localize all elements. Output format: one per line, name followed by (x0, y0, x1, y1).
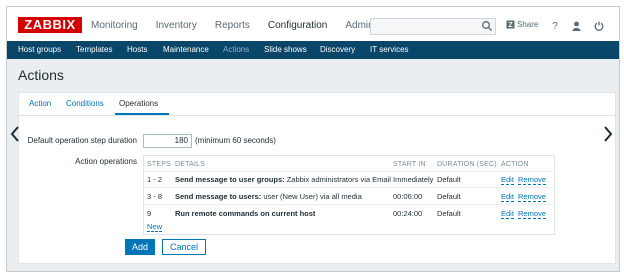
search-icon[interactable] (481, 20, 493, 32)
row-details: Run remote commands on current host (175, 209, 315, 218)
row-details: Send message to users: user (New User) v… (175, 192, 362, 201)
remove-link[interactable]: Remove (518, 209, 546, 219)
share-button[interactable]: Z Share (506, 20, 538, 29)
step-duration-label: Default operation step duration (27, 136, 137, 145)
power-icon[interactable] (593, 20, 605, 32)
row-details-target: Zabbix administrators via Email (284, 175, 391, 184)
zabbix-logo[interactable]: ZABBIX (18, 17, 82, 33)
tab-action[interactable]: Action (29, 99, 51, 108)
subnav-host-groups[interactable]: Host groups (18, 45, 61, 54)
row-start-in: 00:24:00 (393, 209, 423, 218)
screenshot-frame: ZABBIX Monitoring Inventory Reports Conf… (6, 6, 620, 272)
new-operation-link[interactable]: New (147, 222, 163, 232)
row-steps: 9 (147, 209, 152, 218)
row-details-type: Run remote commands on current host (175, 209, 316, 218)
subnav-slide-shows[interactable]: Slide shows (264, 45, 307, 54)
row-start-in: Immediately (393, 175, 434, 184)
row-details: Send message to user groups: Zabbix admi… (175, 175, 391, 184)
tab-bar: Action Conditions Operations (19, 93, 615, 116)
sub-nav: Host groups Templates Hosts Maintenance … (7, 41, 619, 59)
action-form-panel: Action Conditions Operations Default ope… (18, 92, 616, 264)
subnav-templates[interactable]: Templates (76, 45, 112, 54)
col-header-details: DETAILS (175, 161, 206, 168)
next-arrow-icon[interactable] (603, 126, 613, 142)
row-steps: 3 - 8 (147, 192, 163, 201)
share-label: Share (517, 20, 539, 29)
subnav-hosts[interactable]: Hosts (127, 45, 147, 54)
share-icon: Z (506, 20, 515, 29)
user-profile-icon[interactable] (570, 20, 582, 32)
svg-text:Z: Z (508, 22, 513, 29)
subnav-maintenance[interactable]: Maintenance (163, 45, 209, 54)
nav-monitoring[interactable]: Monitoring (91, 20, 138, 32)
row-divider (144, 204, 554, 205)
row-duration: Default (437, 192, 461, 201)
cancel-button[interactable]: Cancel (162, 239, 206, 255)
row-duration: Default (437, 209, 461, 218)
active-tab-indicator (115, 113, 169, 115)
col-header-duration: DURATION (SEC) (437, 161, 497, 168)
operations-table: STEPS DETAILS START IN DURATION (SEC) AC… (143, 155, 555, 235)
action-operations-label: Action operations (75, 157, 137, 166)
page-title: Actions (18, 67, 64, 83)
subnav-discovery[interactable]: Discovery (320, 45, 355, 54)
col-header-steps: STEPS (147, 161, 171, 168)
row-duration: Default (437, 175, 461, 184)
nav-reports[interactable]: Reports (215, 20, 250, 32)
step-duration-hint: (minimum 60 seconds) (195, 136, 276, 145)
nav-inventory[interactable]: Inventory (156, 20, 197, 32)
previous-arrow-icon[interactable] (10, 126, 20, 142)
top-bar: ZABBIX Monitoring Inventory Reports Conf… (7, 7, 619, 41)
header-divider (144, 171, 554, 172)
row-start-in: 00:06:00 (393, 192, 423, 201)
remove-link[interactable]: Remove (518, 192, 546, 202)
col-header-action: ACTION (501, 161, 529, 168)
help-icon[interactable]: ? (549, 20, 561, 32)
row-details-target: user (New User) via all media (261, 192, 362, 201)
tab-operations[interactable]: Operations (119, 99, 158, 108)
edit-link[interactable]: Edit (501, 209, 514, 219)
step-duration-input[interactable]: 180 (143, 134, 192, 148)
edit-link[interactable]: Edit (501, 175, 514, 185)
row-details-type: Send message to users: (175, 192, 262, 201)
col-header-start-in: START IN (393, 161, 426, 168)
add-button[interactable]: Add (125, 239, 155, 255)
edit-link[interactable]: Edit (501, 192, 514, 202)
nav-configuration[interactable]: Configuration (268, 20, 327, 32)
row-divider (144, 187, 554, 188)
tab-conditions[interactable]: Conditions (66, 99, 104, 108)
subnav-it-services[interactable]: IT services (370, 45, 409, 54)
row-steps: 1 - 2 (147, 175, 163, 184)
remove-link[interactable]: Remove (518, 175, 546, 185)
row-details-type: Send message to user groups: (175, 175, 285, 184)
search-input[interactable] (370, 18, 496, 35)
subnav-actions[interactable]: Actions (223, 45, 249, 54)
